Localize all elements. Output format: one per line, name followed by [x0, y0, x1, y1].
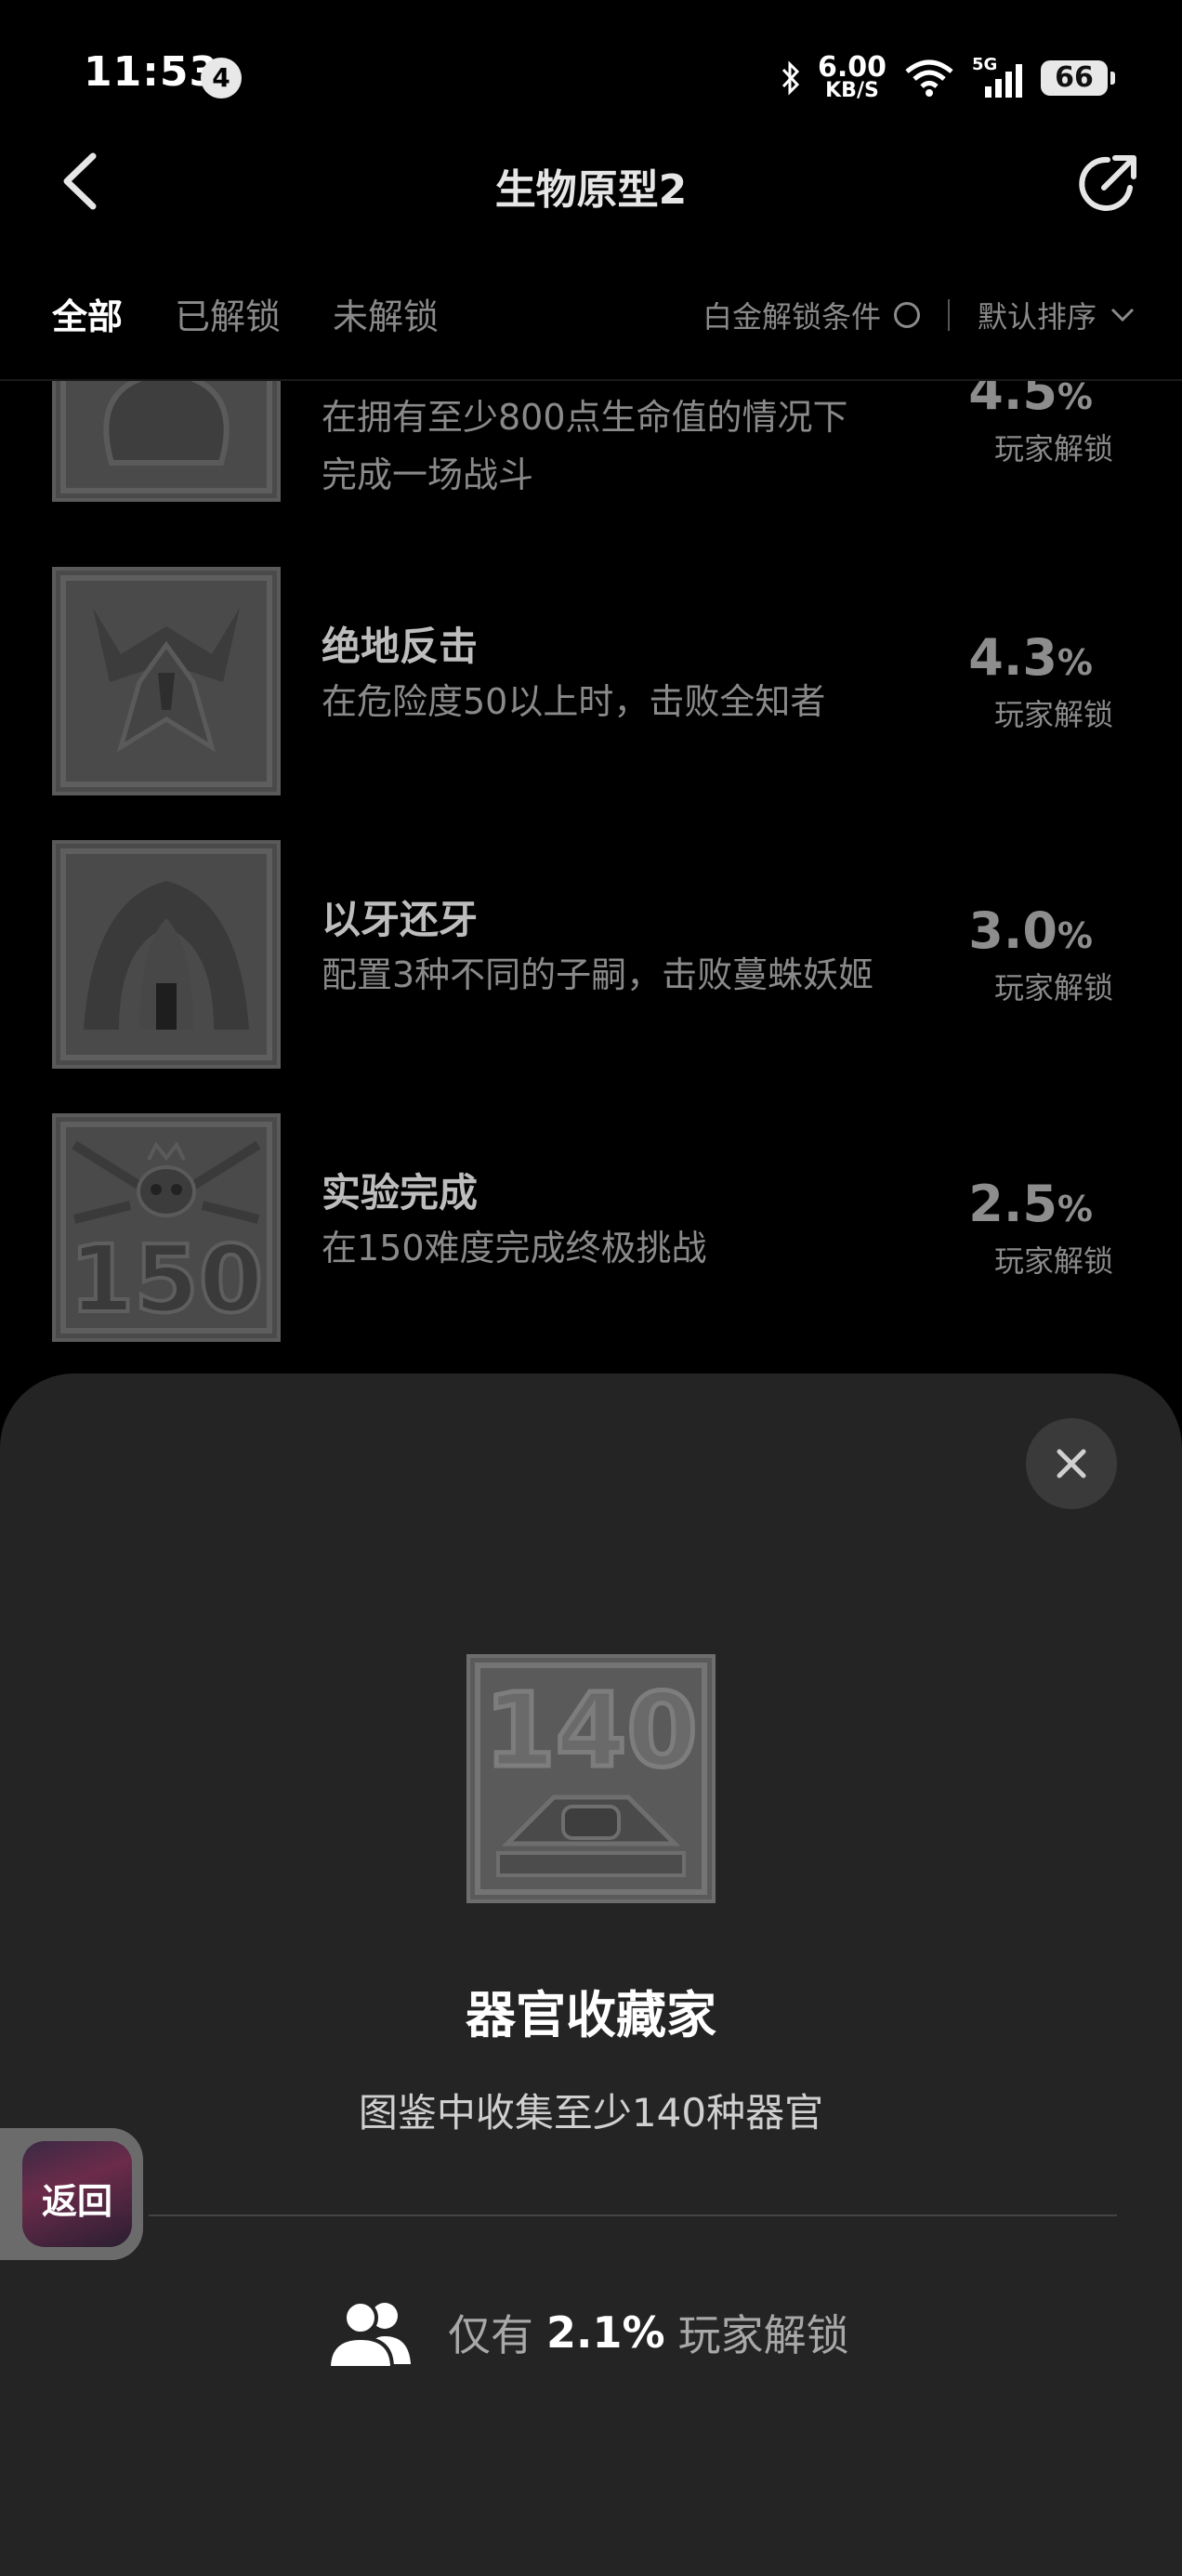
achievement-icon — [52, 840, 281, 1069]
filter-separator — [947, 299, 950, 331]
status-bar: 11:53 4 6.00 KB/S 5G 66 — [0, 0, 1182, 139]
achievement-desc: 配置3种不同的子嗣，击败蔓蛛妖姬 — [322, 954, 874, 995]
detail-description: 图鉴中收集至少140种器官 — [358, 2090, 824, 2136]
detail-title: 器官收藏家 — [466, 1986, 716, 2044]
share-button[interactable] — [1070, 147, 1145, 221]
achievement-row[interactable]: 绝地反击 在危险度50以上时，击败全知者 4.3% 玩家解锁 — [0, 567, 1182, 799]
unlock-percentage: 2.5% — [907, 1175, 1093, 1233]
filter-controls: 白金解锁条件 默认排序 — [703, 294, 1136, 336]
pct-unit: % — [1057, 381, 1093, 417]
stat-value: 2.1% — [546, 2307, 665, 2358]
unlock-percentage-label: 玩家解锁 — [993, 431, 1113, 467]
pct-unit: % — [1057, 1189, 1093, 1229]
achievement-detail-icon: 140 — [466, 1654, 716, 1903]
battery-indicator: 66 — [1041, 60, 1115, 96]
stat-prefix: 仅有 — [448, 2310, 533, 2360]
unlock-percentage-label: 玩家解锁 — [993, 697, 1113, 732]
notification-badge: 4 — [201, 58, 242, 99]
achievement-icon-text: 150 — [68, 1225, 266, 1334]
pct-value: 2.5 — [968, 1175, 1057, 1233]
achievement-desc: 在拥有至少800点生命值的情况下 完成一场战斗 — [322, 388, 935, 504]
clock: 11:53 — [84, 48, 219, 96]
net-speed: 6.00 KB/S — [817, 51, 886, 102]
cellular-signal-icon: 5G — [972, 55, 1024, 98]
close-button[interactable] — [1026, 1418, 1117, 1509]
achievement-name: 实验完成 — [322, 1170, 479, 1216]
achievement-name: 绝地反击 — [322, 624, 479, 669]
status-icons: 6.00 KB/S 5G 66 — [781, 50, 1115, 106]
unlock-percentage: 3.0% — [907, 901, 1093, 960]
achievement-desc: 在150难度完成终极挑战 — [322, 1228, 707, 1268]
achievement-icon — [52, 567, 281, 795]
tab-locked[interactable]: 未解锁 — [333, 288, 439, 339]
achievement-desc: 在危险度50以上时，击败全知者 — [322, 681, 826, 722]
tab-all[interactable]: 全部 — [52, 288, 123, 339]
sort-dropdown[interactable]: 默认排序 — [978, 294, 1097, 336]
achievement-icon: 150 — [52, 1113, 281, 1342]
chevron-down-icon[interactable] — [1110, 306, 1136, 324]
achievement-icon — [52, 381, 281, 502]
page-title: 生物原型2 — [494, 166, 688, 214]
achievement-name: 以牙还牙 — [322, 897, 479, 942]
unlock-percentage-label: 玩家解锁 — [993, 1243, 1113, 1279]
stat-suffix: 玩家解锁 — [677, 2310, 849, 2360]
filter-tabs: 全部 已解锁 未解锁 — [52, 288, 439, 339]
achievement-list[interactable]: 在拥有至少800点生命值的情况下 完成一场战斗 4.5% 玩家解锁 绝地反击 在… — [0, 381, 1182, 1375]
achievement-row[interactable]: 150 实验完成 在150难度完成终极挑战 2.5% 玩家解锁 — [0, 1113, 1182, 1346]
users-icon — [326, 2300, 411, 2370]
pct-value: 3.0 — [968, 901, 1057, 960]
close-icon — [1057, 1449, 1086, 1479]
unlock-percentage: 4.5% — [907, 381, 1093, 421]
unlock-stat: 仅有 2.1% 玩家解锁 — [325, 2286, 849, 2379]
pct-unit: % — [1057, 642, 1093, 683]
pct-value: 4.3 — [968, 628, 1057, 687]
platinum-condition-radio[interactable] — [893, 302, 920, 328]
detail-icon-text: 140 — [482, 1671, 701, 1790]
detail-divider — [149, 2215, 1117, 2216]
bluetooth-icon — [781, 60, 800, 96]
unlock-percentage-label: 玩家解锁 — [993, 970, 1113, 1005]
unlock-percentage: 4.3% — [907, 628, 1093, 687]
net-speed-unit: KB/S — [825, 79, 879, 102]
share-icon — [1079, 155, 1136, 211]
achievement-desc-line: 在拥有至少800点生命值的情况下 — [322, 397, 848, 438]
net-speed-value: 6.00 — [817, 51, 886, 84]
achievement-row[interactable]: 在拥有至少800点生命值的情况下 完成一场战斗 4.5% 玩家解锁 — [0, 381, 1182, 502]
achievement-desc-line: 完成一场战斗 — [322, 454, 534, 495]
wifi-icon — [905, 59, 953, 97]
pct-unit: % — [1057, 915, 1093, 956]
achievement-row[interactable]: 以牙还牙 配置3种不同的子嗣，击败蔓蛛妖姬 3.0% 玩家解锁 — [0, 840, 1182, 1072]
tab-unlocked[interactable]: 已解锁 — [175, 288, 281, 339]
platinum-condition-label[interactable]: 白金解锁条件 — [703, 294, 881, 336]
return-label[interactable]: 返回 — [22, 2173, 132, 2224]
pct-value: 4.5 — [968, 381, 1057, 421]
